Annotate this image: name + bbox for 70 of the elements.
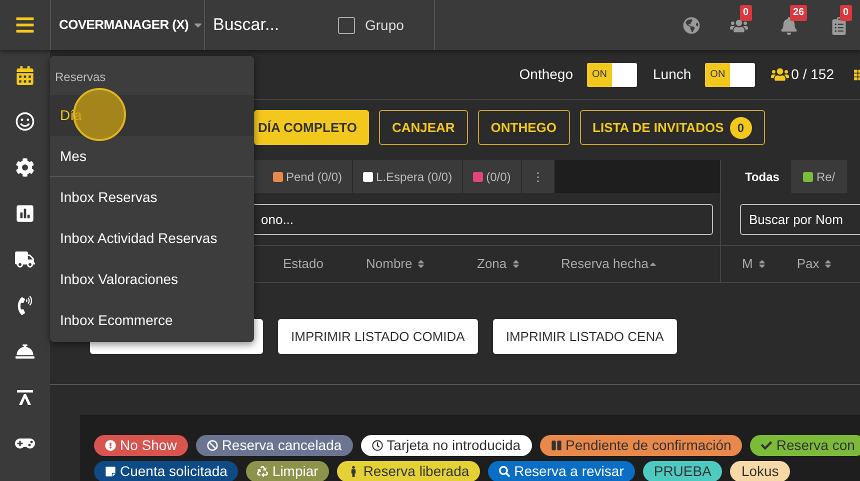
face-icon[interactable] bbox=[15, 112, 35, 131]
count-badge: 26 bbox=[790, 5, 808, 21]
note-icon bbox=[105, 466, 116, 477]
status-tag: Lokus bbox=[730, 461, 790, 481]
settings-icon[interactable] bbox=[15, 158, 35, 177]
status-tag: Reserva a revisar bbox=[488, 461, 635, 481]
action-button[interactable]: DÍA COMPLETO bbox=[254, 110, 369, 145]
filter-tab[interactable]: Re/ bbox=[791, 160, 848, 193]
menu-item[interactable]: Inbox Valoraciones bbox=[50, 259, 254, 300]
ban-icon bbox=[206, 440, 218, 451]
bell-icon[interactable] bbox=[780, 17, 798, 35]
filter-tab[interactable]: Pend (0/0) bbox=[263, 160, 354, 193]
search-field[interactable]: Buscar por Nom bbox=[740, 204, 860, 234]
table-icon[interactable] bbox=[15, 388, 35, 407]
users-icon[interactable] bbox=[730, 17, 748, 35]
status-tag: Reserva con bbox=[750, 435, 860, 456]
menu-item[interactable]: Inbox Ecommerce bbox=[50, 300, 254, 341]
column-header[interactable]: Zona bbox=[477, 254, 561, 274]
search-icon bbox=[499, 466, 510, 477]
toggle-label: Lunch bbox=[653, 65, 692, 84]
sort-icon bbox=[510, 259, 521, 269]
column-header[interactable]: M bbox=[742, 254, 767, 274]
check-icon bbox=[761, 440, 772, 451]
sort-icon bbox=[756, 259, 767, 269]
venue-selector[interactable]: COVERMANAGER (X) bbox=[50, 0, 205, 50]
toggle-switch[interactable]: ON bbox=[705, 62, 756, 86]
column-header[interactable]: Pax bbox=[796, 254, 834, 274]
users-icon bbox=[771, 67, 790, 82]
status-tag: Limpiar bbox=[246, 461, 330, 481]
status-tag: PRUEBA bbox=[642, 461, 722, 481]
status-tag: No Show bbox=[94, 435, 188, 456]
clock-icon bbox=[372, 440, 383, 451]
print-button[interactable]: IMPRIMIR LISTADO COMIDA bbox=[278, 319, 478, 354]
count-badge: 0 bbox=[840, 5, 852, 21]
cloche-icon[interactable] bbox=[15, 342, 35, 361]
column-header[interactable]: Nombre bbox=[366, 254, 477, 274]
status-tag: Reserva cancelada bbox=[196, 435, 353, 456]
globe-icon[interactable] bbox=[683, 16, 700, 34]
phone-icon[interactable] bbox=[15, 296, 35, 315]
covers-count: 0 / 152 bbox=[791, 65, 834, 84]
toggle-switch[interactable]: ON bbox=[587, 62, 638, 86]
count-badge: 0 bbox=[730, 116, 752, 138]
filter-tab[interactable]: L.Espera (0/0) bbox=[353, 160, 464, 193]
status-tag: Pendiente de confirmación bbox=[540, 435, 742, 456]
sort-icon bbox=[823, 259, 834, 269]
status-tag: Tarjeta no introducida bbox=[360, 435, 532, 456]
toggle-label: Onthego bbox=[519, 65, 574, 84]
recycle-icon bbox=[257, 466, 268, 477]
filter-tab[interactable]: (0/0) bbox=[463, 160, 522, 193]
clipboard-icon[interactable] bbox=[830, 17, 848, 35]
truck-icon[interactable] bbox=[15, 250, 35, 269]
group-checkbox[interactable]: Grupo bbox=[338, 0, 435, 50]
menu-header: Reservas bbox=[54, 69, 107, 86]
column-header[interactable]: Reserva hecha bbox=[561, 254, 658, 274]
status-tag: Reserva liberada bbox=[337, 461, 480, 481]
filter-tab[interactable]: ⋮ bbox=[522, 160, 555, 193]
alert-icon bbox=[105, 440, 116, 451]
calendar-icon[interactable] bbox=[15, 66, 35, 85]
action-button[interactable]: LISTA DE INVITADOS 0 bbox=[580, 110, 765, 145]
action-button[interactable]: ONTHEGO bbox=[478, 110, 570, 145]
bar-chart-icon[interactable] bbox=[15, 204, 35, 223]
sort-icon bbox=[416, 259, 426, 269]
pause-icon bbox=[550, 440, 562, 451]
column-header[interactable]: Estado bbox=[283, 254, 366, 274]
search-field[interactable]: Buscar... bbox=[205, 0, 330, 50]
print-button[interactable]: IMPRIMIR LISTADO CENA bbox=[492, 319, 677, 354]
status-tag: Cuenta solicitada bbox=[94, 461, 238, 481]
menu-icon[interactable] bbox=[14, 15, 36, 35]
count-badge: 0 bbox=[740, 5, 752, 21]
action-button[interactable]: CANJEAR bbox=[378, 110, 468, 145]
